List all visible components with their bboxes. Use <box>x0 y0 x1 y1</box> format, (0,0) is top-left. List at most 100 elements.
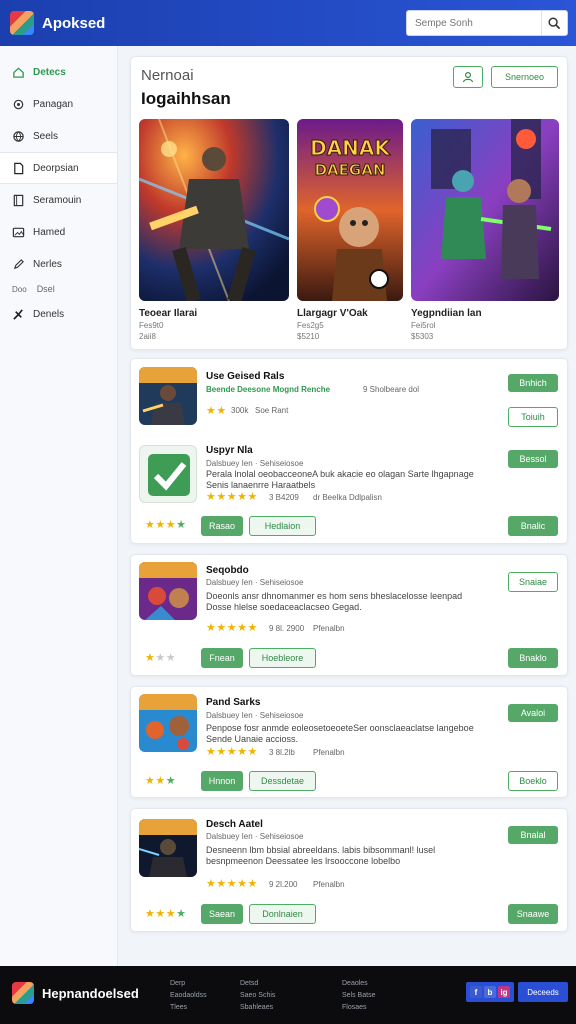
app-icon-image <box>139 819 197 877</box>
app-logo-icon[interactable] <box>10 11 34 35</box>
secondary-action-button[interactable]: Hoebleore <box>249 648 316 668</box>
sidebar-item-notes[interactable]: Nerles <box>0 248 117 280</box>
game-name[interactable]: Teoear Ilarai <box>139 308 197 319</box>
app-name[interactable]: Seqobdo <box>206 565 249 576</box>
sidebar-item-label: Seramouin <box>33 194 82 206</box>
sidebar-item-settings[interactable]: Panagan <box>0 88 117 120</box>
sidebar-item-documents[interactable]: Deorpsian <box>0 152 117 184</box>
install-button[interactable]: Bnhich <box>508 374 558 392</box>
sidebar-section-header: Doo Dsel <box>0 280 117 298</box>
search-input[interactable] <box>407 17 541 29</box>
warrior-game-icon[interactable] <box>139 367 197 425</box>
search-icon <box>548 16 561 29</box>
game-poster-image <box>411 119 559 301</box>
primary-action-button[interactable]: Hnnon <box>201 771 243 791</box>
game-tile-2[interactable]: DANAK DAEGAN <box>297 119 403 301</box>
get-button[interactable]: Boeklo <box>508 771 558 791</box>
footer-link[interactable]: Derp <box>170 978 207 990</box>
footer-link[interactable]: Eaodaoldss <box>170 990 207 1002</box>
star-rating: ★★★★★ <box>206 622 258 634</box>
sidebar-item-label: Seels <box>33 130 59 142</box>
sidebar-item-label: Detecs <box>33 66 66 78</box>
featured-subtitle: Nernoai <box>141 67 194 84</box>
app-name[interactable]: Uspyr Nla <box>206 445 253 456</box>
poster-text: DANAK <box>310 136 391 160</box>
app-category: 9 Sholbeare dol <box>363 385 420 394</box>
game-tile-1[interactable] <box>139 119 289 301</box>
book-icon <box>13 194 24 206</box>
rating-count: 9 8l. 2900 <box>269 624 305 633</box>
app-developer: Dalsbuey Ien · Sehiseiosoe <box>206 459 304 468</box>
install-button[interactable]: Bessol <box>508 450 558 468</box>
install-button[interactable]: Avaloi <box>508 704 558 722</box>
app-developer[interactable]: Beende Deesone Mognd Renche <box>206 385 330 394</box>
app-name[interactable]: Desch Aatel <box>206 819 263 830</box>
featured-user-button[interactable] <box>453 66 483 88</box>
app-icon-image <box>139 694 197 752</box>
sidebar-item-home[interactable]: Detecs <box>0 56 117 88</box>
app-developer: Dalsbuey Ien · Sehiseiosoe <box>206 578 304 587</box>
dark-hunter-icon[interactable] <box>139 819 197 877</box>
star-rating-summary: ★★★★ <box>145 519 187 531</box>
install-button[interactable]: Snaiae <box>508 572 558 592</box>
pen-icon <box>13 258 24 269</box>
get-button[interactable]: Bnalic <box>508 516 558 536</box>
sidebar-item-tools[interactable]: Denels <box>0 298 117 330</box>
featured-title: Iogaihhsan <box>141 89 231 108</box>
game-name[interactable]: Yegpndiian lan <box>411 308 482 319</box>
instagram-icon[interactable]: ig <box>498 986 510 998</box>
document-icon <box>14 162 24 174</box>
footer-link[interactable]: Sels Batse <box>342 990 375 1002</box>
footer-link[interactable]: Sbahleaes <box>240 1002 275 1014</box>
arena-brawl-icon[interactable] <box>139 694 197 752</box>
app-description: Penpose fosr anmde eoleosetoeoeteSer oon… <box>206 723 474 744</box>
rating-count: 3 B4209 <box>269 493 299 502</box>
footer-link[interactable]: Deaoles <box>342 978 375 990</box>
game-meta: Fei5rol <box>411 321 436 330</box>
game-meta: Fes2g5 <box>297 321 324 330</box>
secondary-action-button[interactable]: Dessdetae <box>249 771 316 791</box>
search-button[interactable] <box>541 11 567 35</box>
primary-action-button[interactable]: Rasao <box>201 516 243 536</box>
app-title[interactable]: Apoksed <box>42 15 105 32</box>
featured-action-button[interactable]: Snernoeo <box>491 66 558 88</box>
home-icon <box>13 66 24 78</box>
game-name[interactable]: Llargagr V'Oak <box>297 308 368 319</box>
sidebar-item-media[interactable]: Hamed <box>0 216 117 248</box>
sidebar-item-library[interactable]: Seramouin <box>0 184 117 216</box>
footer-button[interactable]: Deceeds <box>518 982 568 1002</box>
star-rating: ★★★★★ <box>206 746 258 758</box>
sidebar-item-label: Panagan <box>33 98 74 110</box>
footer-link[interactable]: Detsd <box>240 978 275 990</box>
sidebar-item-web[interactable]: Seels <box>0 120 117 152</box>
social-links: f b ig <box>466 982 514 1002</box>
get-button[interactable]: Bnaklo <box>508 648 558 668</box>
app-name[interactable]: Pand Sarks <box>206 697 260 708</box>
star-rating: ★★★★★ <box>206 491 258 503</box>
footer-logo-icon[interactable] <box>12 982 34 1004</box>
star-rating-summary: ★★★ <box>145 775 177 787</box>
secondary-action-button[interactable]: Donlnaien <box>249 904 316 924</box>
rating-label: Pfenalbn <box>313 880 345 889</box>
arcade-heroes-icon[interactable] <box>139 562 197 620</box>
footer-link[interactable]: Saeo Schis <box>240 990 275 1002</box>
primary-action-button[interactable]: Fnean <box>201 648 243 668</box>
footer-title: Hepnandoelsed <box>42 986 139 1001</box>
checkmark-app-icon[interactable] <box>139 445 197 503</box>
footer-link[interactable]: Tlees <box>170 1002 207 1014</box>
footer-link[interactable]: Flosaes <box>342 1002 375 1014</box>
game-tile-3[interactable] <box>411 119 559 301</box>
top-bar: Apoksed <box>0 0 576 46</box>
rating-label: Pfenalbn <box>313 748 345 757</box>
get-button[interactable]: Snaawe <box>508 904 558 924</box>
app-name[interactable]: Use Geised Rals <box>206 371 284 382</box>
primary-action-button[interactable]: Saean <box>201 904 243 924</box>
app-developer: Dalsbuey Ien · Sehiseiosoe <box>206 832 304 841</box>
blog-icon[interactable]: b <box>484 986 496 998</box>
details-button[interactable]: Toiuih <box>508 407 558 427</box>
star-rating: ★★ <box>206 405 227 417</box>
secondary-action-button[interactable]: Hedlaion <box>249 516 316 536</box>
install-button[interactable]: Bnalal <box>508 826 558 844</box>
rating-count: 9 2l.200 <box>269 880 298 889</box>
facebook-icon[interactable]: f <box>470 986 482 998</box>
